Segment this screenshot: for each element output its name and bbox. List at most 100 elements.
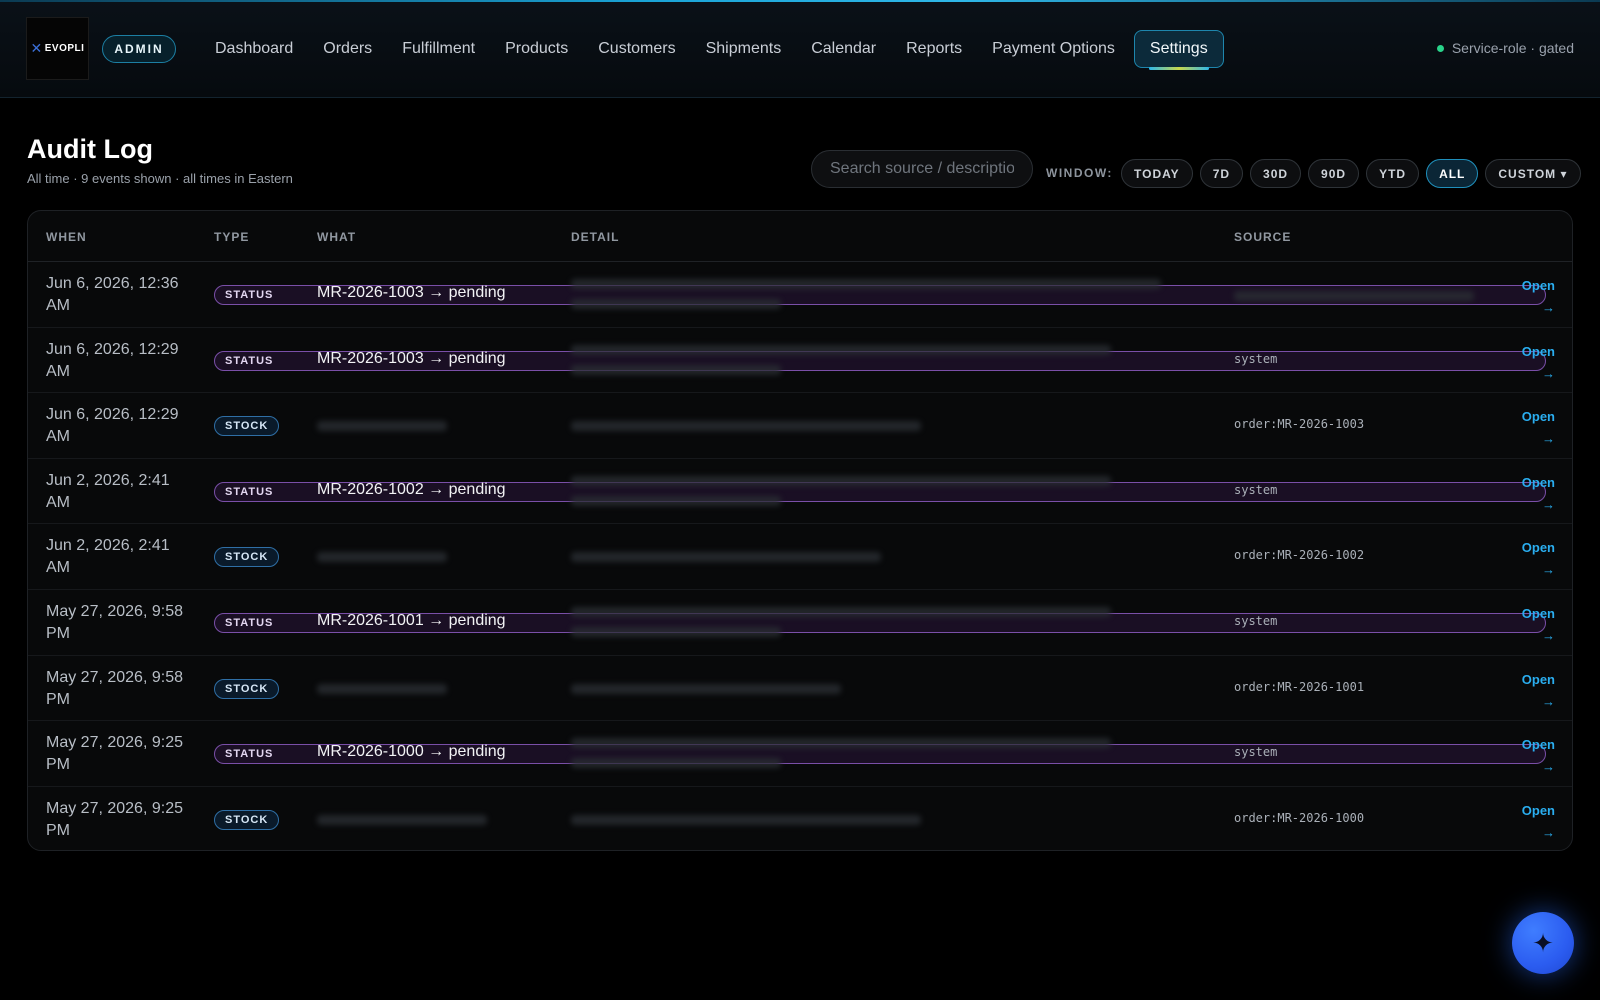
table-row: Jun 6, 2026, 12:29 AM STOCK order:MR-2026-… xyxy=(28,393,1572,459)
column-what: WHAT xyxy=(317,230,357,244)
arrow-right-icon: → xyxy=(1542,759,1555,775)
redacted-detail xyxy=(571,552,881,563)
cell-source: order:MR-2026-1001 xyxy=(1234,679,1365,694)
window-chip-90d[interactable]: 90D xyxy=(1308,159,1360,188)
open-label: Open xyxy=(1521,737,1555,753)
arrow-right-icon: → xyxy=(1542,627,1555,643)
window-chip-custom[interactable]: CUSTOM ▾ xyxy=(1485,159,1581,188)
arrow-right-icon: → xyxy=(1542,562,1555,578)
cell-when: Jun 6, 2026, 12:36 AM xyxy=(46,275,179,314)
open-link[interactable]: Open → xyxy=(1515,669,1555,713)
redacted-source xyxy=(1234,291,1474,301)
redacted-detail xyxy=(571,495,781,506)
open-label: Open xyxy=(1521,278,1555,293)
top-bar: ✕ EVOPLI ADMIN Dashboard Orders Fulfillmen… xyxy=(0,0,1600,98)
cell-when: May 27, 2026, 9:25 PM xyxy=(46,734,183,774)
open-label: Open xyxy=(1521,343,1555,359)
service-status: Service-role · gated xyxy=(1436,40,1574,56)
table-row: Jun 6, 2026, 12:36 AM STATUS MR-2026-1003 … xyxy=(28,262,1572,328)
redacted-what xyxy=(317,814,487,825)
nav-payment-options[interactable]: Payment Options xyxy=(977,30,1130,68)
open-link[interactable]: Open → xyxy=(1515,472,1555,516)
nav-reports[interactable]: Reports xyxy=(891,30,977,68)
type-badge: STOCK xyxy=(214,547,280,568)
cell-source: system xyxy=(1234,613,1278,628)
cell-what: MR-2026-1003 → pending xyxy=(317,284,506,301)
open-link[interactable]: Open → xyxy=(1515,537,1555,581)
table-row: Jun 6, 2026, 12:29 AM STATUS MR-2026-1003 … xyxy=(28,328,1572,394)
arrow-right-icon: → xyxy=(1542,365,1555,381)
redacted-detail xyxy=(571,421,921,432)
table-row: Jun 2, 2026, 2:41 AM STATUS MR-2026-1002 →… xyxy=(28,459,1572,525)
cell-what: MR-2026-1002 → pending xyxy=(317,480,506,498)
nav-settings[interactable]: Settings xyxy=(1133,30,1224,70)
cell-when: May 27, 2026, 9:25 PM xyxy=(46,799,183,839)
redacted-what xyxy=(317,683,447,694)
nav-orders[interactable]: Orders xyxy=(308,30,387,68)
table-row: May 27, 2026, 9:25 PM STATUS MR-2026-1000 … xyxy=(28,721,1572,787)
redacted-detail xyxy=(571,299,781,309)
arrow-right-icon: → xyxy=(1542,431,1555,447)
cell-source: system xyxy=(1234,351,1278,366)
cell-what: MR-2026-1000 → pending xyxy=(317,743,506,761)
cell-when: Jun 6, 2026, 12:29 AM xyxy=(46,340,179,380)
table-row: May 27, 2026, 9:25 PM STOCK order:MR-2026-… xyxy=(28,787,1572,850)
window-chip-ytd[interactable]: YTD xyxy=(1366,159,1420,188)
column-type: TYPE xyxy=(214,230,250,244)
open-link[interactable]: Open → xyxy=(1515,275,1555,319)
open-link[interactable]: Open → xyxy=(1515,734,1555,778)
cell-source: system xyxy=(1234,745,1278,760)
window-chip-7d[interactable]: 7D xyxy=(1199,159,1244,188)
column-source: SOURCE xyxy=(1234,230,1292,244)
nav-calendar[interactable]: Calendar xyxy=(796,30,891,68)
window-chip-today[interactable]: TODAY xyxy=(1121,159,1193,188)
redacted-detail xyxy=(571,606,1111,617)
open-label: Open xyxy=(1521,540,1555,556)
redacted-detail xyxy=(571,738,1111,749)
nav-fulfillment[interactable]: Fulfillment xyxy=(387,30,490,68)
page-title: Audit Log xyxy=(27,134,153,164)
logo[interactable]: ✕ EVOPLI xyxy=(26,17,89,80)
page-subtitle: All time · 9 events shown · all times in… xyxy=(27,171,293,186)
open-label: Open xyxy=(1521,605,1555,621)
column-detail: DETAIL xyxy=(571,230,620,244)
cell-source: order:MR-2026-1000 xyxy=(1234,810,1365,825)
table-row: Jun 2, 2026, 2:41 AM STOCK order:MR-2026-1… xyxy=(28,524,1572,590)
arrow-right-icon: → xyxy=(1542,496,1555,512)
arrow-right-icon: → xyxy=(1542,300,1555,315)
open-label: Open xyxy=(1521,671,1555,687)
redacted-detail xyxy=(571,758,781,769)
open-link[interactable]: Open → xyxy=(1515,800,1555,844)
redacted-detail xyxy=(571,279,1161,289)
window-label: WINDOW: xyxy=(1046,166,1113,180)
nav-shipments[interactable]: Shipments xyxy=(691,30,797,68)
sparkle-icon: ✦ xyxy=(1532,927,1554,958)
window-chip-30d[interactable]: 30D xyxy=(1250,159,1302,188)
window-chip-all[interactable]: ALL xyxy=(1426,159,1479,188)
redacted-detail xyxy=(571,626,781,637)
table-row: May 27, 2026, 9:58 PM STOCK order:MR-2026-… xyxy=(28,656,1572,722)
search-input[interactable] xyxy=(811,150,1033,188)
open-label: Open xyxy=(1521,409,1555,425)
cell-when: Jun 2, 2026, 2:41 AM xyxy=(46,471,170,511)
assistant-button[interactable]: ✦ xyxy=(1512,912,1574,974)
logo-mark-icon: ✕ xyxy=(30,40,43,56)
table-header: WHEN TYPE WHAT DETAIL SOURCE xyxy=(28,211,1572,262)
cell-what: MR-2026-1001 → pending xyxy=(317,611,506,629)
open-link[interactable]: Open → xyxy=(1515,406,1555,450)
status-text: Service-role · gated xyxy=(1451,40,1574,56)
nav-products[interactable]: Products xyxy=(490,30,583,68)
cell-source: system xyxy=(1234,482,1278,497)
cell-source: order:MR-2026-1003 xyxy=(1234,417,1365,432)
nav-customers[interactable]: Customers xyxy=(583,30,690,68)
redacted-detail xyxy=(571,814,921,825)
audit-table: WHEN TYPE WHAT DETAIL SOURCE Jun 6, 2026… xyxy=(27,210,1573,851)
cell-source: order:MR-2026-1002 xyxy=(1234,548,1365,563)
redacted-detail xyxy=(571,683,841,694)
redacted-detail xyxy=(571,344,1111,355)
open-link[interactable]: Open → xyxy=(1515,341,1555,385)
cell-when: Jun 2, 2026, 2:41 AM xyxy=(46,537,170,577)
nav-dashboard[interactable]: Dashboard xyxy=(200,30,308,68)
arrow-right-icon: → xyxy=(1542,824,1555,840)
open-link[interactable]: Open → xyxy=(1515,603,1555,647)
